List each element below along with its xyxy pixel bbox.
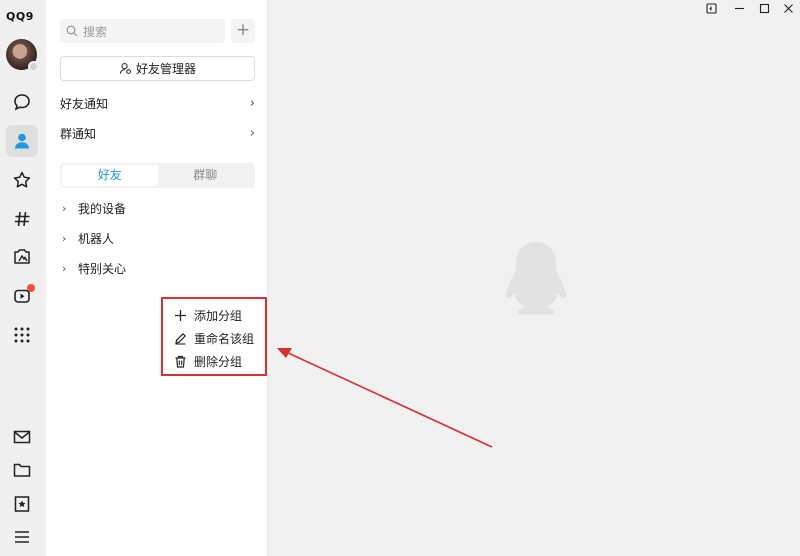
contacts-nav-button[interactable] (6, 125, 38, 157)
group-label: 机器人 (78, 231, 115, 246)
mail-nav-button[interactable] (6, 421, 38, 453)
tab-friends[interactable]: 好友 (62, 165, 158, 186)
app-logo: QQ9 (6, 10, 34, 23)
more-apps-nav-button[interactable] (6, 319, 38, 351)
bookmark-icon (14, 496, 30, 512)
avatar[interactable] (6, 39, 39, 72)
status-indicator (28, 61, 39, 72)
pencil-icon (175, 333, 186, 345)
friend-group-row[interactable]: › 我的设备 (62, 198, 126, 218)
chevron-right-icon: › (62, 201, 67, 215)
add-group-menu-item[interactable]: 添加分组 (163, 304, 265, 327)
star-icon (13, 171, 31, 188)
friend-manager-label: 好友管理器 (135, 62, 196, 76)
menu-icon (15, 531, 29, 543)
chevron-right-icon: › (249, 95, 255, 111)
minimize-icon (734, 7, 744, 9)
group-notice-label: 群通知 (60, 126, 97, 141)
minimize-button[interactable] (729, 0, 749, 16)
contacts-panel: 搜索 + 好友管理器 好友通知 › 群通知 › 好友 群聊 › 我的设备 › 机… (46, 0, 268, 556)
mail-icon (13, 430, 31, 444)
friend-group-row[interactable]: › 特别关心 (62, 258, 126, 278)
chat-icon (14, 94, 30, 111)
menu-item-label: 添加分组 (194, 309, 243, 323)
menu-item-label: 重命名该组 (194, 332, 255, 346)
penguin-logo-icon (505, 242, 567, 315)
folder-icon (13, 463, 31, 477)
channels-nav-button[interactable] (6, 203, 38, 235)
contacts-tab-switch: 好友 群聊 (60, 163, 255, 188)
close-button[interactable] (778, 0, 798, 16)
plus-icon (175, 310, 186, 321)
main-menu-button[interactable] (6, 521, 38, 553)
nav-rail: QQ9 (0, 0, 46, 556)
zone-nav-button[interactable] (6, 241, 38, 273)
search-input[interactable]: 搜索 (60, 19, 225, 43)
group-label: 特别关心 (78, 261, 127, 276)
friend-group-row[interactable]: › 机器人 (62, 228, 114, 248)
friend-manager-button[interactable]: 好友管理器 (60, 56, 255, 81)
notification-dot (27, 284, 35, 292)
menu-item-label: 删除分组 (194, 355, 243, 369)
add-button[interactable]: + (231, 19, 255, 43)
delete-group-menu-item[interactable]: 删除分组 (163, 350, 265, 373)
rename-group-menu-item[interactable]: 重命名该组 (163, 327, 265, 350)
search-icon (66, 25, 78, 37)
group-label: 我的设备 (78, 201, 127, 216)
video-nav-button[interactable] (6, 280, 38, 312)
close-icon (783, 3, 793, 13)
hash-icon (14, 211, 30, 227)
chevron-right-icon: › (62, 261, 67, 275)
chevron-right-icon: › (249, 125, 255, 141)
photo-icon (14, 249, 30, 264)
friend-notice-label: 好友通知 (60, 96, 109, 111)
collection-nav-button[interactable] (6, 488, 38, 520)
apps-grid-icon (14, 327, 30, 343)
trash-icon (175, 355, 186, 368)
search-placeholder: 搜索 (83, 24, 108, 39)
messages-nav-button[interactable] (6, 86, 38, 118)
user-settings-icon (119, 63, 131, 74)
friend-notice-row[interactable]: 好友通知 › (60, 92, 255, 114)
pin-window-button[interactable] (701, 0, 721, 16)
maximize-icon (759, 3, 769, 13)
favorites-nav-button[interactable] (6, 164, 38, 196)
tab-groups[interactable]: 群聊 (158, 165, 254, 186)
files-nav-button[interactable] (6, 454, 38, 486)
group-context-menu: 添加分组 重命名该组 删除分组 (161, 297, 267, 376)
chevron-right-icon: › (62, 231, 67, 245)
maximize-button[interactable] (754, 0, 774, 16)
group-notice-row[interactable]: 群通知 › (60, 122, 255, 144)
contacts-icon (15, 133, 29, 149)
pin-icon (705, 2, 717, 14)
